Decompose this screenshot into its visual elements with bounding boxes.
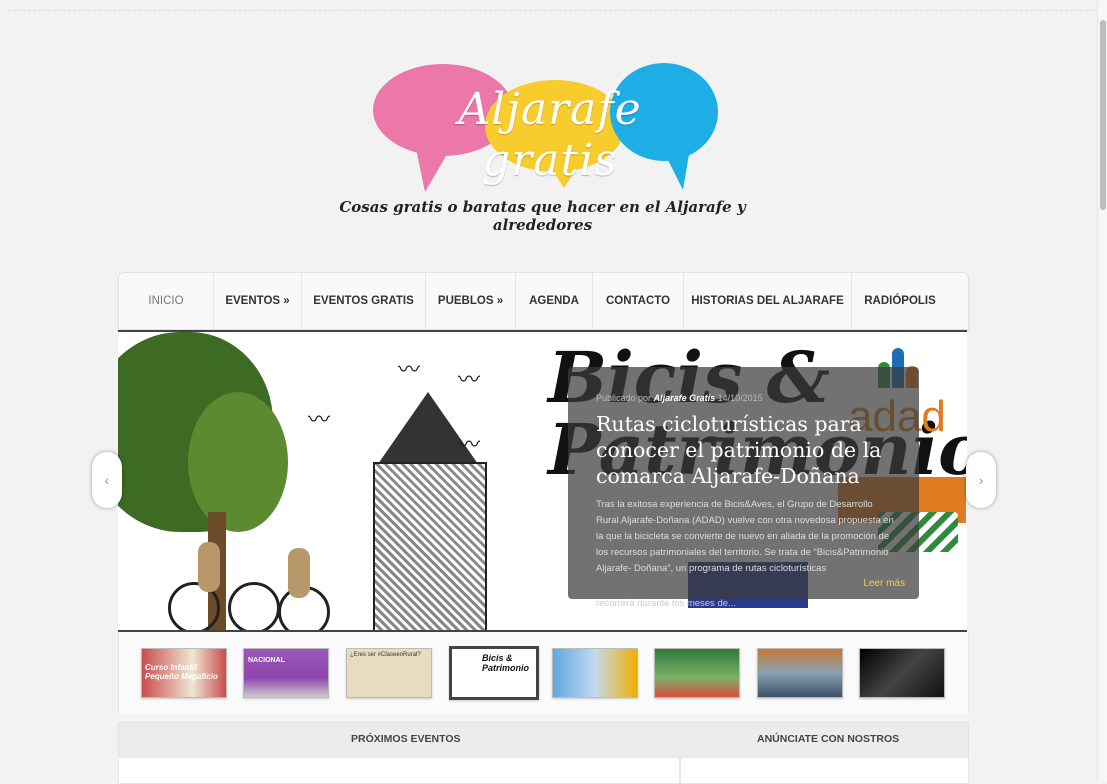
slide-excerpt: Tras la exitosa experiencia de Bicis&Ave… [596,499,894,574]
thumbnail-6[interactable] [654,648,740,698]
main-navigation: INICIO EVENTOS » EVENTOS GRATIS PUEBLOS … [118,272,969,330]
advertise-heading: ANÚNCIATE CON NOSTROS [757,733,900,745]
slider-thumbnails: Curso Infantil Pequeño Megaficio NACIONA… [118,632,969,714]
bird-icon: 〰 [458,367,481,392]
slide-meta: Publicado por Aljarafe Gratis 14/10/2015 [596,393,763,403]
slide-caption: Publicado por Aljarafe Gratis 14/10/2015… [568,367,919,599]
page-top-rule [8,10,1098,11]
upcoming-events-heading: PRÓXIMOS EVENTOS [351,733,461,745]
nav-item-eventos[interactable]: EVENTOS » [214,273,302,329]
section-header-bar: PRÓXIMOS EVENTOS ANÚNCIATE CON NOSTROS [118,722,969,758]
chevron-right-icon: › [978,472,984,488]
thumbnail-1[interactable]: Curso Infantil Pequeño Megaficio [141,648,227,698]
thumbnail-7[interactable] [757,648,843,698]
bird-icon: 〰 [458,432,481,457]
thumbnail-2[interactable]: NACIONAL [243,648,329,698]
slide-author[interactable]: Aljarafe Gratis [654,393,716,403]
upcoming-events-panel [118,757,680,784]
slide-title[interactable]: Rutas cicloturísticas para conocer el pa… [596,411,896,489]
bird-icon: 〰 [308,407,331,432]
nav-item-pueblos[interactable]: PUEBLOS » [426,273,516,329]
nav-item-agenda[interactable]: AGENDA [516,273,593,329]
read-more-link[interactable]: Leer más [863,578,905,589]
nav-item-radiopolis[interactable]: RADIÓPOLIS [852,273,948,329]
slide-excerpt-overflow: recorrerá durante los meses de... [596,598,736,609]
advertise-panel [680,757,969,784]
logo-text: Aljarafe gratis [458,84,642,186]
site-tagline: Cosas gratis o baratas que hacer en el A… [339,198,746,234]
site-logo[interactable]: Aljarafe gratis [365,58,725,198]
chevron-left-icon: ‹ [104,472,110,488]
bird-icon: 〰 [398,357,421,382]
featured-slider[interactable]: 〰 〰 〰 〰 Bicis & Patrimonio adad Publicad… [118,330,967,632]
thumbnail-3[interactable]: ¿Eres ser #ClaseenRural? [346,648,432,698]
nav-item-eventos-gratis[interactable]: EVENTOS GRATIS [302,273,426,329]
slider-next-button[interactable]: › [966,452,996,508]
scrollbar-thumb[interactable] [1100,20,1106,210]
thumbnail-5[interactable] [552,648,638,698]
thumbnail-4-active[interactable]: Bicis & Patrimonio [449,646,539,700]
nav-item-contacto[interactable]: CONTACTO [593,273,684,329]
nav-item-historias[interactable]: HISTORIAS DEL ALJARAFE [684,273,852,329]
nav-item-inicio[interactable]: INICIO [119,273,214,329]
vertical-scrollbar[interactable] [1097,0,1107,782]
cyclists-artwork [168,542,330,630]
slider-prev-button[interactable]: ‹ [92,452,122,508]
thumbnail-8[interactable] [859,648,945,698]
